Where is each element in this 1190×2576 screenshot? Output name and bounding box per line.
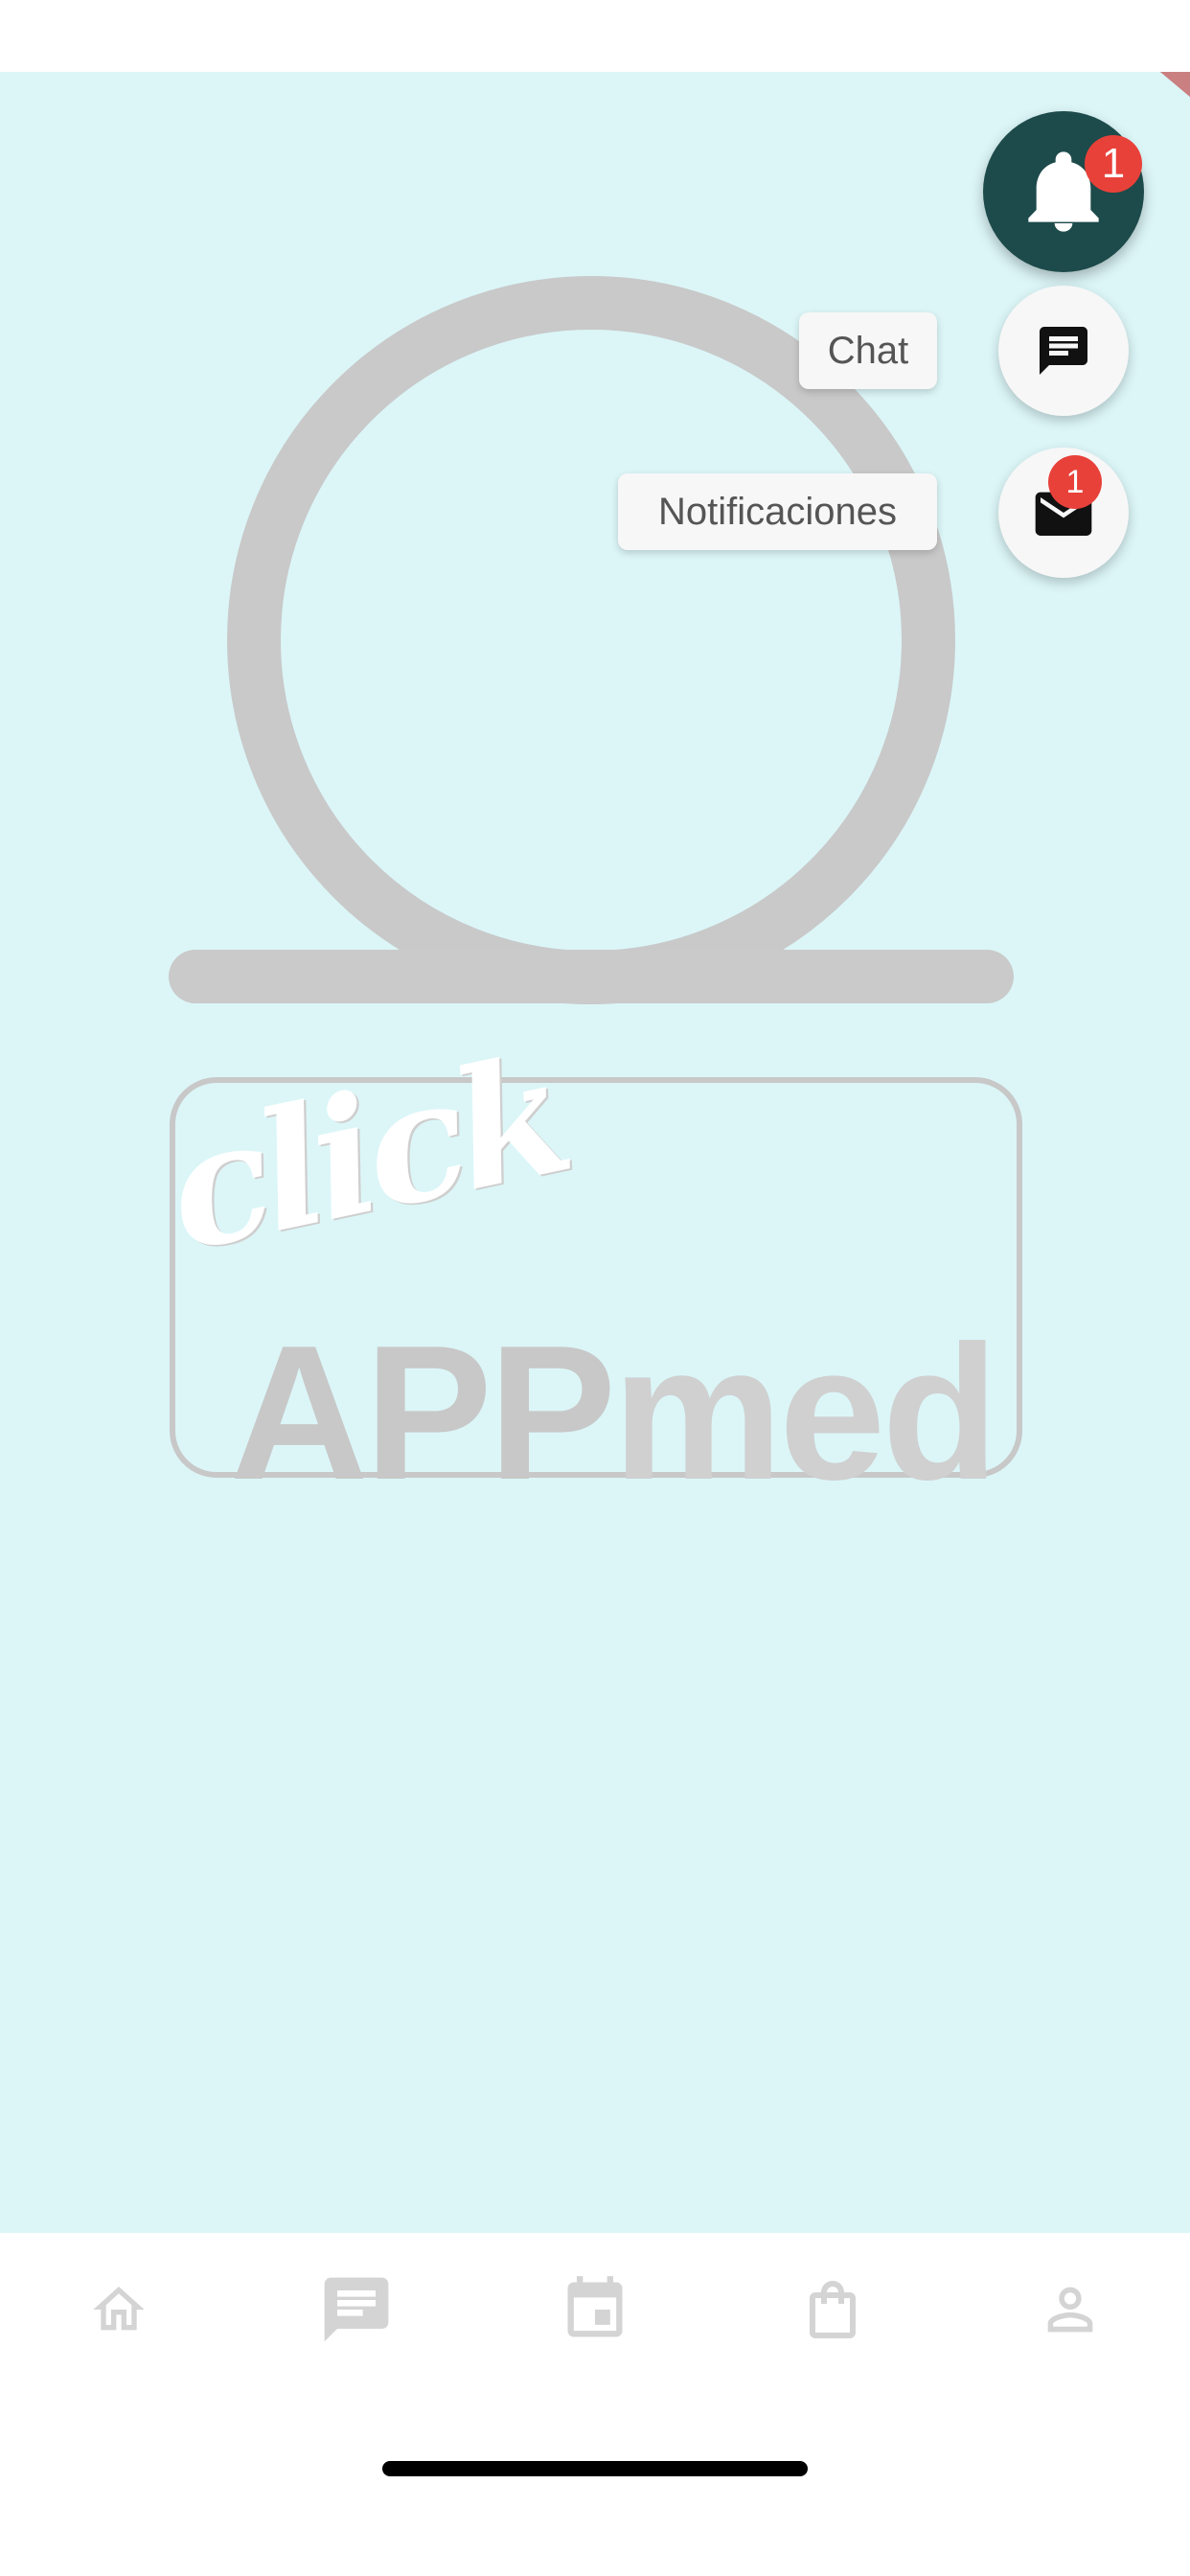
profile-icon [1047, 2287, 1093, 2333]
chat-icon [324, 2277, 389, 2342]
chat-icon [1040, 327, 1087, 375]
shopping-bag-icon [810, 2281, 856, 2338]
tab-profile[interactable] [1013, 2262, 1128, 2358]
chat-action-button[interactable] [998, 286, 1129, 416]
tab-shop[interactable] [775, 2262, 890, 2358]
logo-graphic [169, 276, 1022, 1478]
logo-word-med: med [612, 1306, 998, 1520]
tab-chat[interactable] [299, 2262, 414, 2358]
app-logo: click APPmed [0, 72, 1190, 1509]
logo-word-app: APP [230, 1306, 616, 1520]
home-indicator [382, 2461, 808, 2476]
notifications-badge: 1 [1085, 135, 1142, 193]
notifications-action-label[interactable]: Notificaciones [618, 473, 937, 550]
chat-action-label[interactable]: Chat [799, 312, 937, 389]
calendar-icon [567, 2276, 623, 2337]
tab-home[interactable] [61, 2262, 176, 2358]
status-bar [0, 0, 1190, 72]
notifications-action-badge: 1 [1048, 455, 1102, 509]
bottom-tab-bar [0, 2233, 1190, 2576]
tab-calendar[interactable] [538, 2262, 652, 2358]
app-screen: click APPmed 1 Chat Notificaciones 1 [0, 0, 1190, 2576]
logo-wordmark: APPmed [230, 1318, 998, 1509]
home-icon [93, 2287, 145, 2331]
main-content: click APPmed [0, 72, 1190, 2233]
